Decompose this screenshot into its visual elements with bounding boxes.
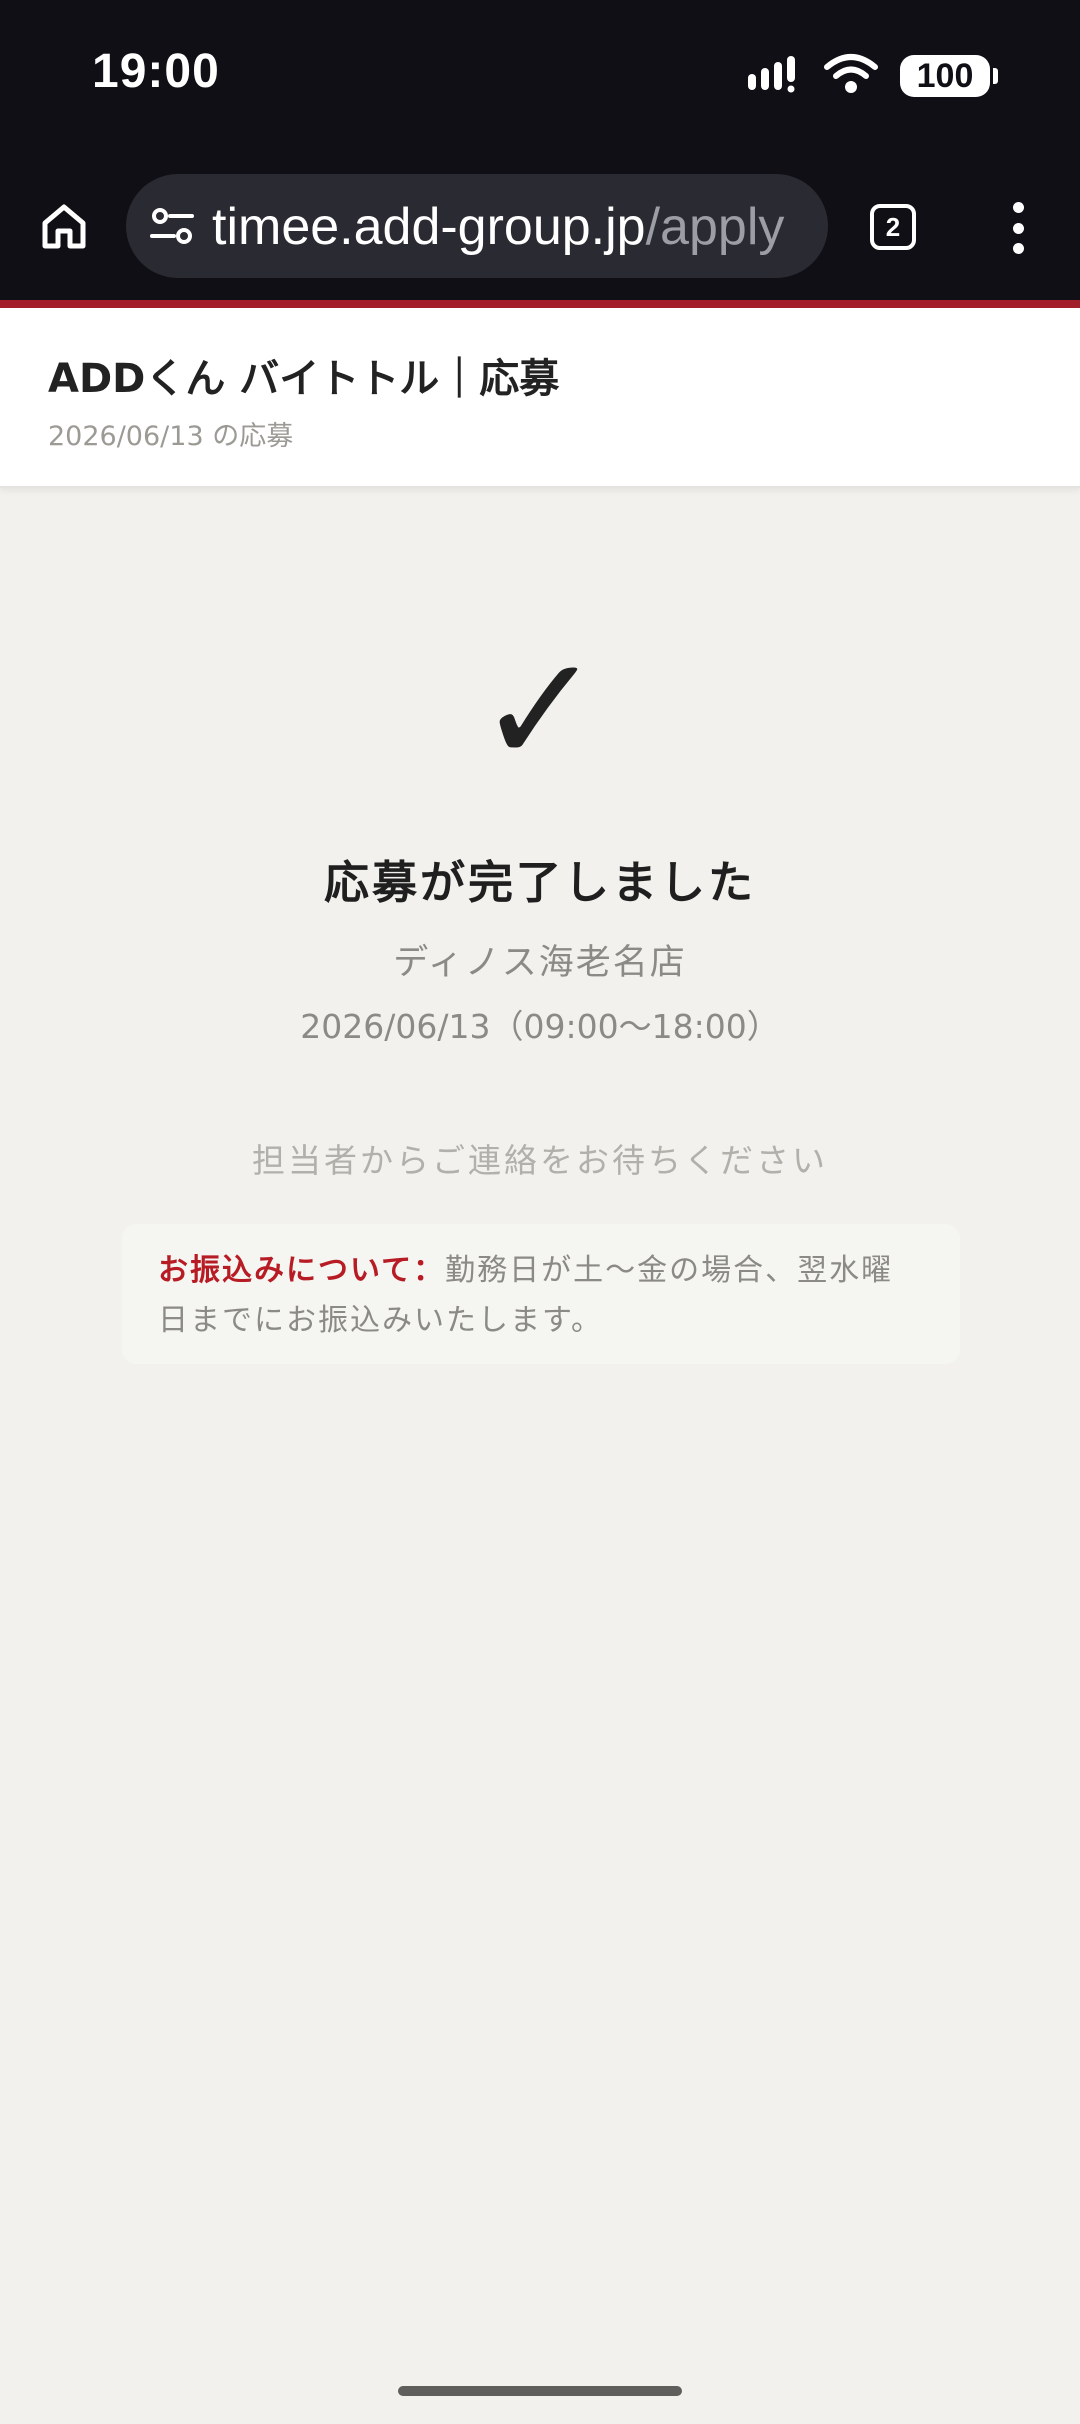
page-subtitle: 2026/06/13 の応募 xyxy=(48,421,294,452)
battery-icon: 100 xyxy=(900,55,998,97)
accent-divider xyxy=(0,300,1080,308)
wifi-icon xyxy=(824,53,878,99)
home-indicator[interactable] xyxy=(398,2386,682,2396)
signal-icon xyxy=(746,54,802,98)
page-title: ADDくん バイトトル｜応募 xyxy=(48,356,560,402)
completion-title: 応募が完了しました xyxy=(323,856,756,909)
page-header: ADDくん バイトトル｜応募 2026/06/13 の応募 xyxy=(0,308,1080,488)
address-bar[interactable]: timee.add-group.jp/apply xyxy=(126,174,828,278)
payment-notice: お振込みについて：勤務日が土〜金の場合、翌水曜日までにお振込みいたします。 xyxy=(122,1224,960,1364)
url-host: timee.add-group.jp xyxy=(212,198,646,256)
store-name: ディノス海老名店 xyxy=(393,943,687,983)
menu-dot xyxy=(1012,243,1024,254)
status-bar: 19:00 100 xyxy=(0,0,1080,160)
url-path: /apply xyxy=(645,198,785,256)
url-text[interactable]: timee.add-group.jp/apply xyxy=(212,192,808,262)
more-vert-icon[interactable] xyxy=(1000,196,1036,260)
menu-dot xyxy=(1012,222,1024,234)
tune-icon[interactable] xyxy=(148,202,196,250)
tabs-button[interactable]: 2 xyxy=(870,204,916,250)
status-icons: 100 xyxy=(746,52,998,100)
wait-message: 担当者からご連絡をお待ちください xyxy=(252,1141,828,1180)
home-icon xyxy=(42,204,86,249)
check-icon: ✓ xyxy=(477,624,603,798)
menu-dot xyxy=(1012,202,1024,213)
browser-toolbar: timee.add-group.jp/apply 2 xyxy=(0,160,1080,300)
home-button[interactable] xyxy=(30,192,98,260)
status-clock: 19:00 xyxy=(92,45,220,98)
tabs-count: 2 xyxy=(885,211,901,242)
shift-datetime: 2026/06/13（09:00〜18:00） xyxy=(300,1007,780,1046)
notice-label: お振込みについて： xyxy=(158,1253,446,1288)
